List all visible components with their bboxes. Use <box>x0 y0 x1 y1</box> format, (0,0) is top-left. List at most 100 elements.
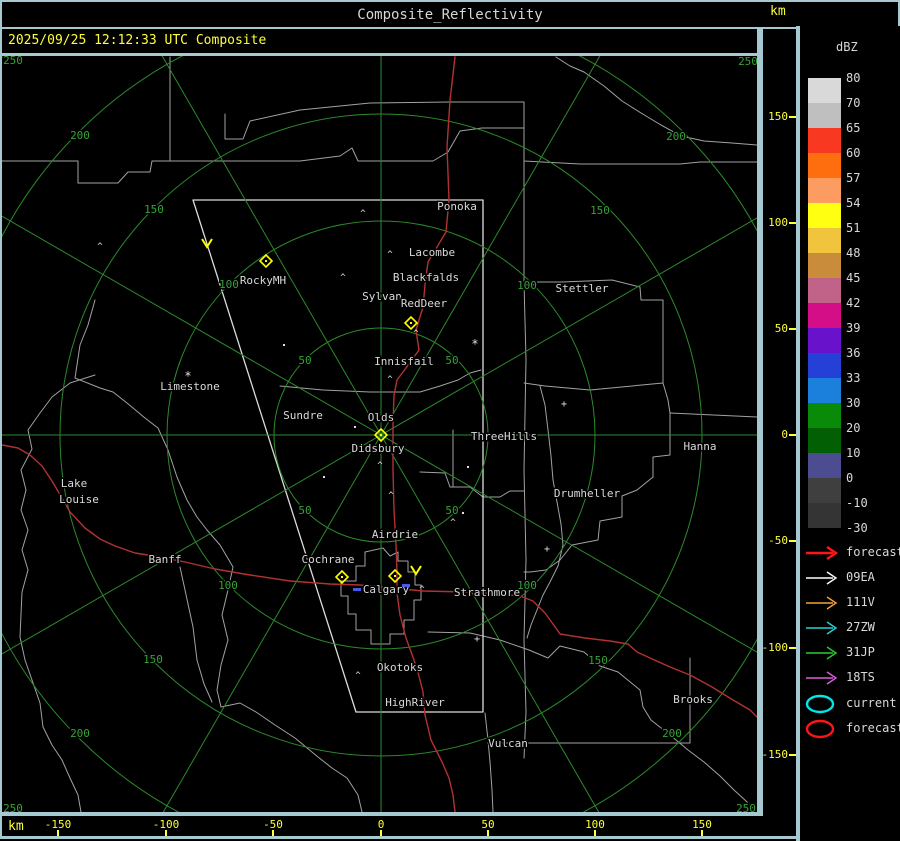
track-ellipse-icon <box>803 693 843 715</box>
dbz-color-box <box>808 478 841 503</box>
city-label: Lacombe <box>409 246 455 259</box>
lake-marker <box>402 584 410 587</box>
bottom-axis-tick <box>272 830 274 836</box>
city-label: Sylvan <box>362 290 402 303</box>
plus-marker: + <box>474 634 480 645</box>
right-axis-tick <box>789 647 796 649</box>
dbz-color-box <box>808 128 841 153</box>
bottom-axis-tick <box>165 830 167 836</box>
dbz-color-box <box>808 303 841 328</box>
radar-app-window: { "window": { "title": "Composite_Reflec… <box>0 0 900 841</box>
range-ring-label: 50 <box>298 354 311 367</box>
right-axis-tick <box>789 754 796 756</box>
track-arrow-icon <box>803 567 843 589</box>
city-label: Strathmore <box>454 586 520 599</box>
city-label: RedDeer <box>401 297 448 310</box>
dbz-scale-label: 65 <box>846 121 886 135</box>
bottom-border <box>0 836 900 839</box>
dbz-scale-title: dBZ <box>836 40 858 54</box>
dbz-color-box <box>808 278 841 303</box>
right-axis-tick-label: 0 <box>760 428 788 441</box>
peak-caret-marker: ^ <box>360 209 366 219</box>
track-arrow-icon <box>803 617 843 639</box>
track-legend-label: 18TS <box>846 670 875 684</box>
city-label: HighRiver <box>385 696 445 709</box>
dbz-color-box <box>808 153 841 178</box>
dbz-color-box <box>808 353 841 378</box>
dbz-color-box <box>808 178 841 203</box>
right-axis-tick-label: -100 <box>760 641 788 654</box>
bottom-axis-unit-label: km <box>8 819 24 834</box>
bottom-axis-tick <box>594 830 596 836</box>
city-label: Hanna <box>683 440 716 453</box>
dbz-color-box <box>808 78 841 103</box>
city-label: Louise <box>59 493 99 506</box>
plus-marker: + <box>561 399 567 410</box>
dbz-color-box <box>808 228 841 253</box>
bottom-axis-tick <box>701 830 703 836</box>
city-label: Innisfail <box>374 355 434 368</box>
radar-map[interactable]: 5050505010010010010015015015015020020020… <box>2 56 757 812</box>
right-axis-unit-label: km <box>770 4 786 19</box>
dbz-color-box <box>808 453 841 478</box>
range-ring-label: 200 <box>666 130 686 143</box>
city-label: Blackfalds <box>393 271 459 284</box>
dbz-scale-label: 57 <box>846 171 886 185</box>
range-ring-label: 200 <box>662 727 682 740</box>
dbz-scale-label: 48 <box>846 246 886 260</box>
range-ring-label: 100 <box>219 278 239 291</box>
county-boundary-line <box>556 57 757 145</box>
dbz-scale-label: 33 <box>846 371 886 385</box>
range-ring-label: 250 <box>736 802 756 812</box>
range-ring-label: 50 <box>445 504 458 517</box>
track-arrow-icon <box>803 642 843 664</box>
radar-map-viewport[interactable]: 5050505010010010010015015015015020020020… <box>2 56 757 812</box>
city-label: Okotoks <box>377 661 423 674</box>
city-label: Didsbury <box>352 442 405 455</box>
track-arrow-icon <box>803 667 843 689</box>
dbz-scale-label: 42 <box>846 296 886 310</box>
city-label: Drumheller <box>554 487 621 500</box>
right-axis-tick-label: 50 <box>760 322 788 335</box>
range-ring-label: 50 <box>298 504 311 517</box>
county-boundary-line <box>670 413 757 417</box>
city-label: Lake <box>61 477 88 490</box>
right-axis-tick <box>789 222 796 224</box>
town-dot-marker <box>323 476 325 478</box>
track-legend-label: forecast <box>846 721 900 735</box>
county-boundary-line <box>485 713 493 812</box>
peak-caret-marker: ^ <box>355 671 361 681</box>
dbz-color-box <box>808 428 841 453</box>
dbz-color-box <box>808 328 841 353</box>
dbz-scale-label: 80 <box>846 71 886 85</box>
city-label: Stettler <box>556 282 609 295</box>
peak-caret-marker: ^ <box>340 273 346 283</box>
right-axis-tick-label: -150 <box>760 748 788 761</box>
range-ring-label: 250 <box>738 56 757 68</box>
right-axis-tick-label: 100 <box>760 216 788 229</box>
county-boundary-line <box>20 375 95 812</box>
right-axis-tick-label: 150 <box>760 110 788 123</box>
county-boundary-line <box>2 128 757 183</box>
range-ring-label: 250 <box>3 56 23 67</box>
dbz-color-box <box>808 378 841 403</box>
range-ring-label: 200 <box>70 727 90 740</box>
city-label: Olds <box>368 411 395 424</box>
dbz-scale-label: 51 <box>846 221 886 235</box>
bottom-axis-tick <box>487 830 489 836</box>
legend-panel: dBZ 807065605754514845423936333020100-10… <box>800 26 900 841</box>
peak-caret-marker: ^ <box>97 242 103 252</box>
range-ring-label: 100 <box>517 279 537 292</box>
city-label: Vulcan <box>488 737 528 750</box>
dbz-scale-label: 39 <box>846 321 886 335</box>
peak-caret-marker: ^ <box>387 250 393 260</box>
asterisk-marker: * <box>471 337 478 351</box>
peak-caret-marker: ^ <box>387 375 393 385</box>
range-ring-label: 50 <box>445 354 458 367</box>
range-ring-label: 150 <box>588 654 608 667</box>
dbz-scale-label: -30 <box>846 521 886 535</box>
range-ring-label: 200 <box>70 129 90 142</box>
track-legend-label: 09EA <box>846 570 875 584</box>
city-label: ThreeHills <box>471 430 537 443</box>
radar-site-dot <box>410 322 412 324</box>
